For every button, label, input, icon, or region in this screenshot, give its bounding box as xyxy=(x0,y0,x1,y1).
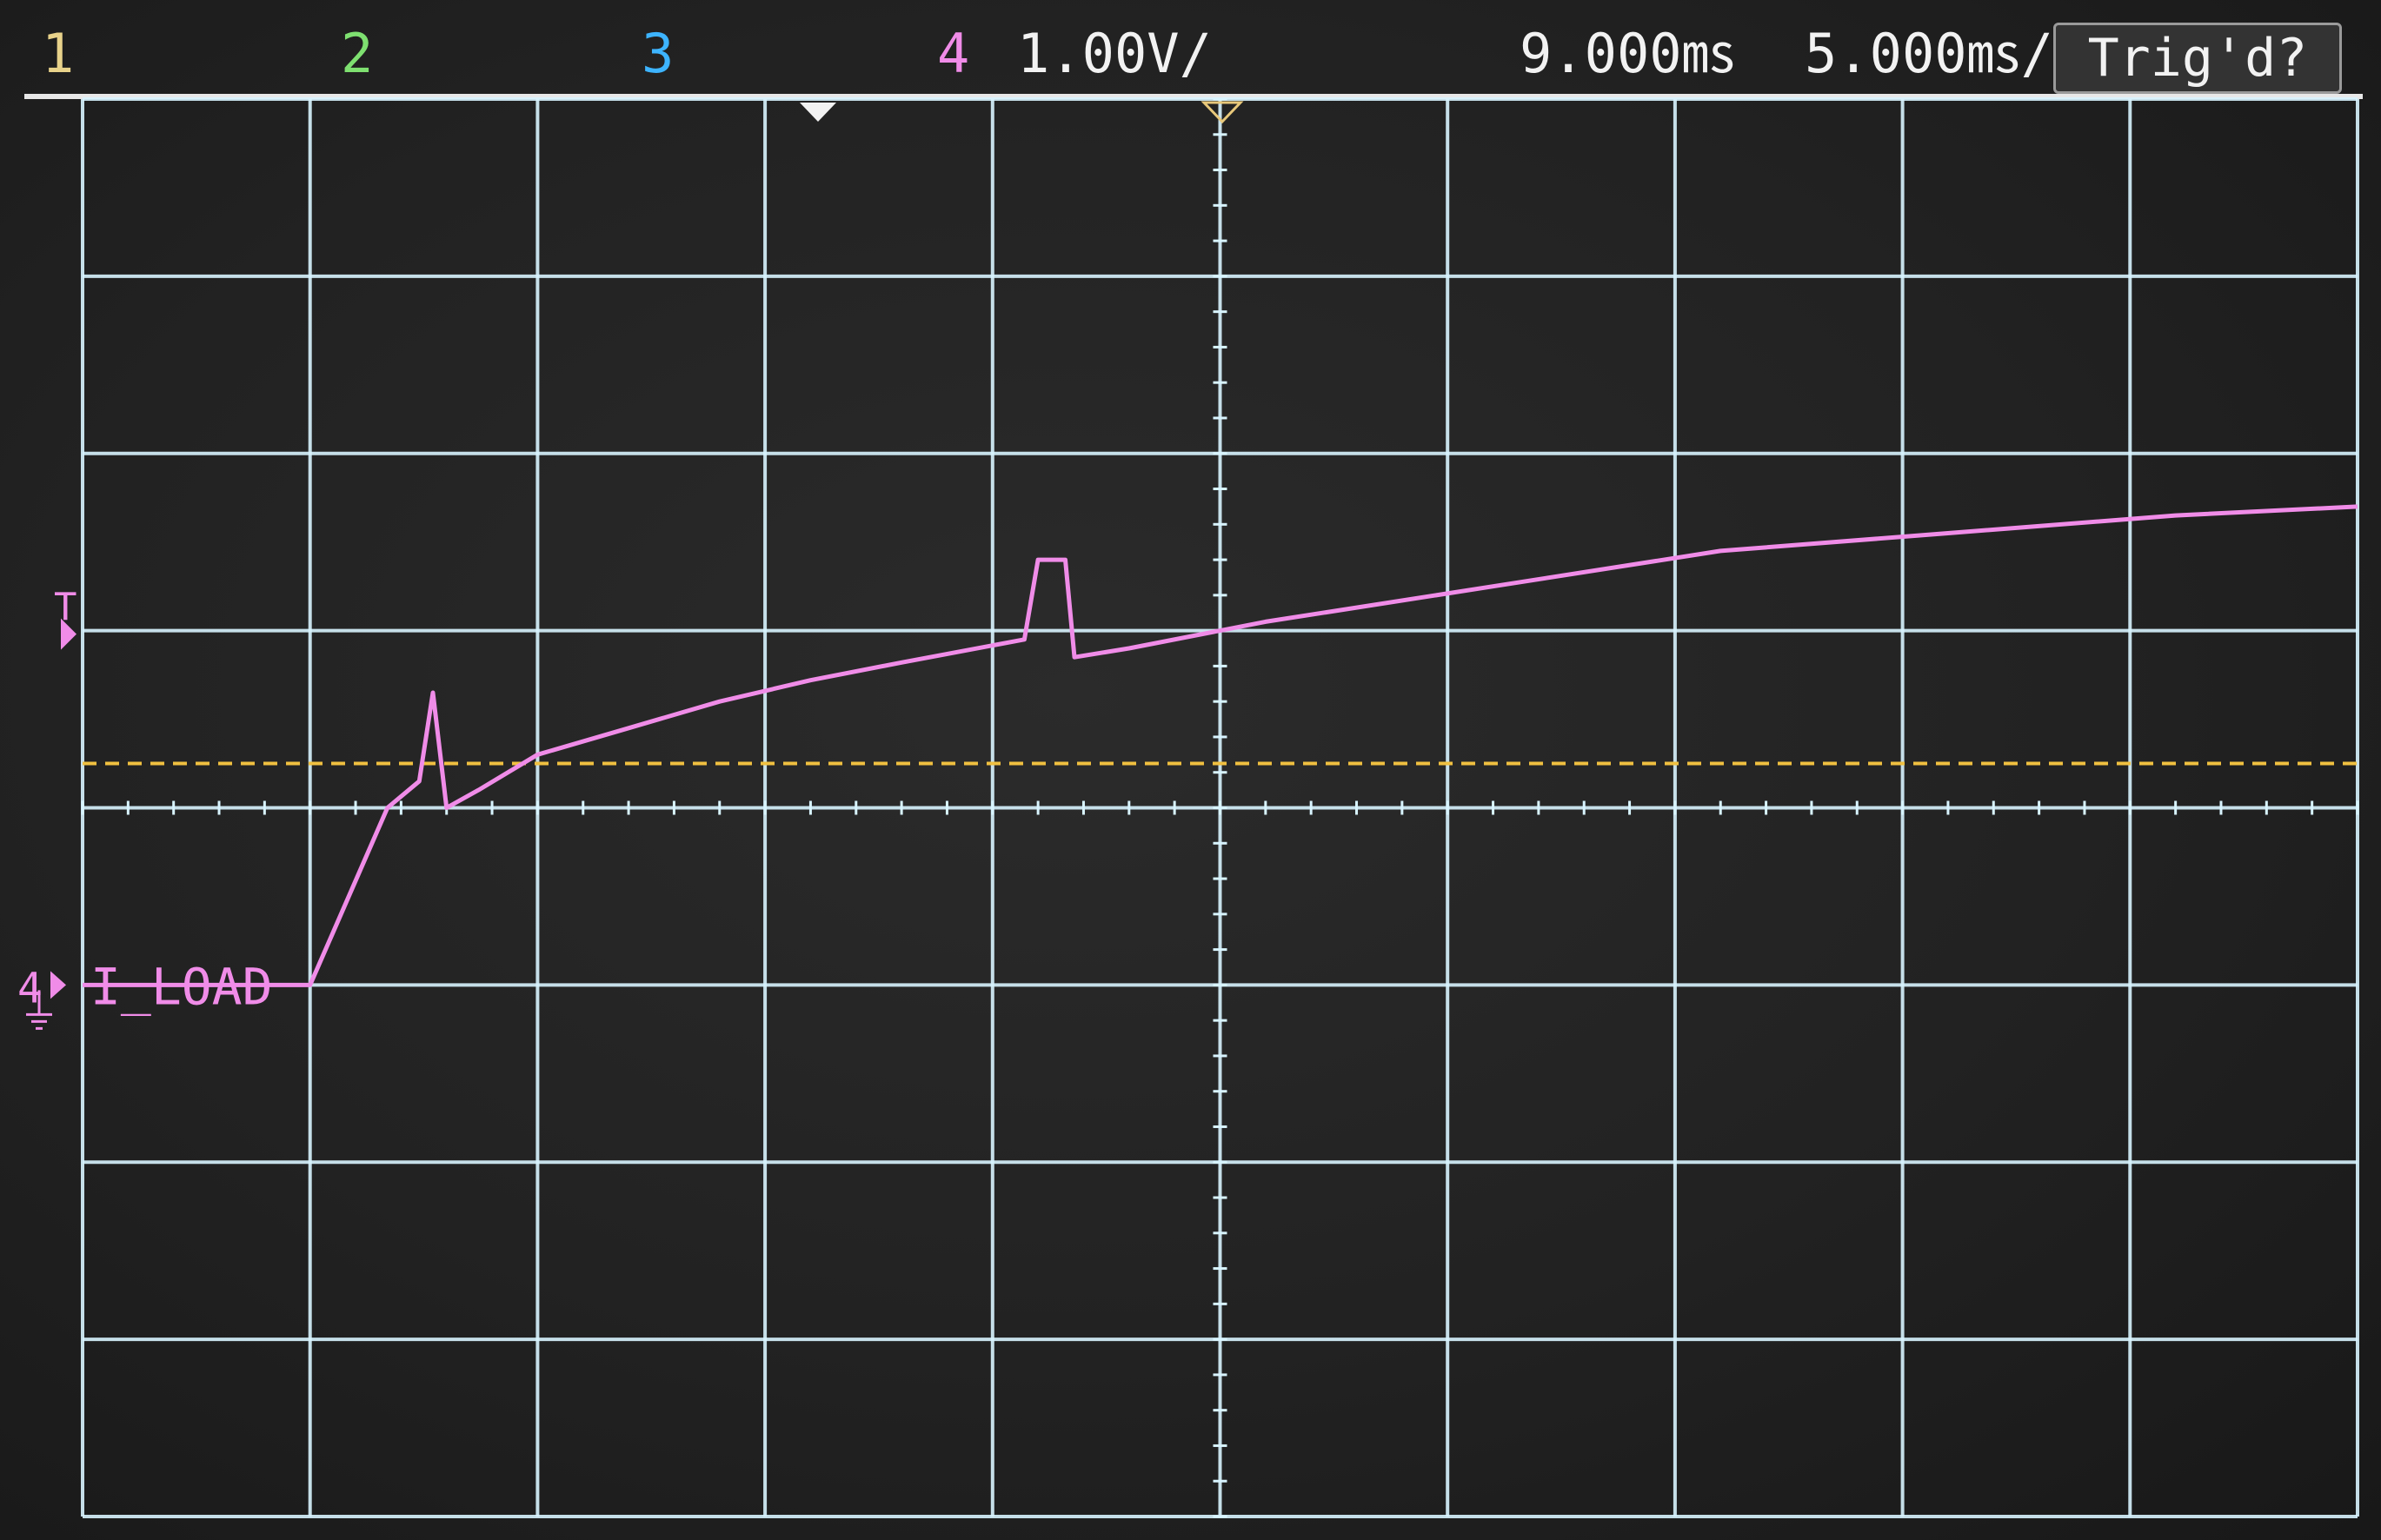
channel-markers: 4T xyxy=(17,101,1244,1030)
trigger-position-marker-icon xyxy=(800,103,836,122)
time-reference-marker-icon xyxy=(1200,101,1244,124)
waveform-display: 4T I_LOAD xyxy=(17,97,2359,1518)
scope-screen: 1 2 3 4 1.00V/ 9.000㎳ 5.000㎳/ Trig'd? 4T… xyxy=(0,0,2381,1540)
ground-marker-arrow-icon xyxy=(50,971,66,999)
trace-label: I_LOAD xyxy=(90,957,273,1016)
